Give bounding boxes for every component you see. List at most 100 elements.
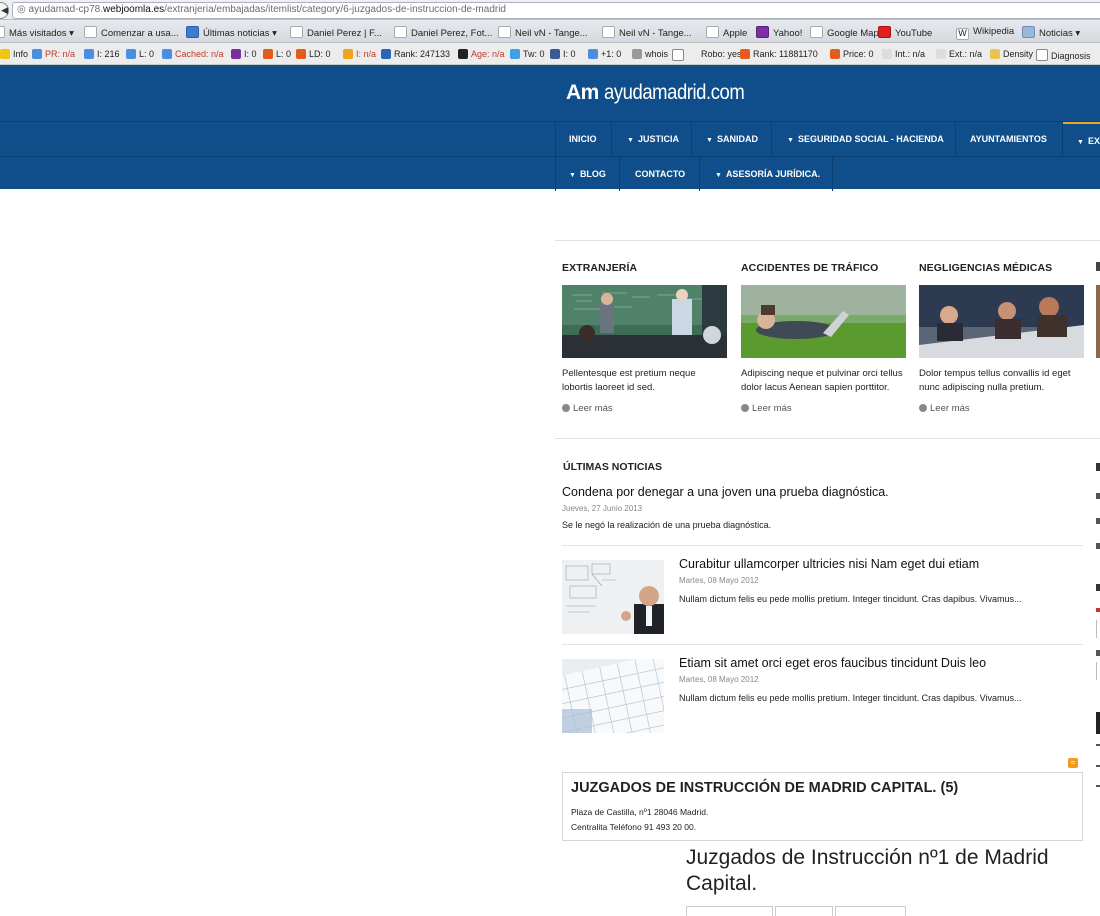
article-tab[interactable] xyxy=(835,906,906,916)
bookmark-item[interactable]: Daniel Perez, Fot... xyxy=(394,26,492,39)
site-logo[interactable]: Am ayudamadrid.com xyxy=(566,81,764,105)
source-code-icon xyxy=(672,49,684,61)
seo-density[interactable]: Density xyxy=(990,49,1033,59)
read-more-link[interactable]: Leer más xyxy=(919,403,970,414)
seo-link-domains[interactable]: LD: 0 xyxy=(296,49,331,59)
clipped-sidebar-button[interactable] xyxy=(1096,712,1100,734)
nav-item-blog[interactable]: ▼ BLOG xyxy=(569,157,606,191)
google-icon xyxy=(84,49,94,59)
nav-item-ayuntamientos[interactable]: AYUNTAMIENTOS xyxy=(970,122,1047,156)
nav-item-asesoria[interactable]: ▼ ASESORÍA JURÍDICA. xyxy=(715,157,820,191)
nav-item-contacto[interactable]: CONTACTO xyxy=(635,157,685,191)
bookmark-item[interactable]: YouTube xyxy=(878,26,932,39)
article-tab[interactable] xyxy=(686,906,773,916)
rss-feed-icon[interactable]: ≈ xyxy=(1068,758,1078,768)
nav-item-sanidad[interactable]: ▼ SANIDAD xyxy=(706,122,758,156)
read-more-link[interactable]: Leer más xyxy=(741,403,792,414)
caret-down-icon: ▼ xyxy=(627,137,634,144)
seo-index[interactable]: I: 216 xyxy=(84,49,120,59)
bookmark-item[interactable]: Noticias ▾ xyxy=(1022,26,1080,39)
divider xyxy=(562,545,1083,546)
clipped-sidebar-input[interactable] xyxy=(1096,620,1100,638)
category-title[interactable]: EXTRANJERÍA xyxy=(562,262,730,274)
seo-yahoo-index[interactable]: I: 0 xyxy=(231,49,257,59)
read-more-link[interactable]: Leer más xyxy=(562,403,613,414)
bookmark-item[interactable]: W Wikipedia xyxy=(956,26,1014,40)
globe-icon: ◎ xyxy=(17,4,29,15)
news-headline[interactable]: Curabitur ullamcorper ultricies nisi Nam… xyxy=(679,557,979,571)
seo-alexa-rank[interactable]: Rank: 247133 xyxy=(381,49,450,59)
article-tab[interactable] xyxy=(775,906,833,916)
seo-source[interactable] xyxy=(672,49,687,61)
category-title[interactable]: ACCIDENTES DE TRÁFICO xyxy=(741,262,909,274)
category-phone: Centralita Teléfono 91 493 20 00. xyxy=(571,822,697,832)
divider xyxy=(562,644,1083,645)
seo-facebook[interactable]: I: 0 xyxy=(550,49,576,59)
caret-down-icon: ▼ xyxy=(569,172,576,179)
section-title: ÚLTIMAS NOTICIAS xyxy=(563,461,662,473)
bookmark-item[interactable]: Apple xyxy=(706,26,747,39)
seo-external[interactable]: Ext.: n/a xyxy=(936,49,982,59)
category-title[interactable]: NEGLIGENCIAS MÉDICAS xyxy=(919,262,1087,274)
seo-diagnosis[interactable]: Diagnosis xyxy=(1036,49,1091,61)
url-path: /extranjeria/embajadas/itemlist/category… xyxy=(164,4,506,15)
news-headline[interactable]: Condena por denegar a una joven una prue… xyxy=(562,485,889,499)
seo-links[interactable]: L: 0 xyxy=(126,49,154,59)
caret-down-icon: ▼ xyxy=(706,137,713,144)
business-man-thumbnail[interactable] xyxy=(562,560,664,634)
nav-item-inicio[interactable]: INICIO xyxy=(569,122,597,156)
google-icon xyxy=(126,49,136,59)
students-image[interactable] xyxy=(919,285,1084,358)
clipped-sidebar-title xyxy=(1096,463,1100,471)
news-headline[interactable]: Etiam sit amet orci eget eros faucibus t… xyxy=(679,656,986,670)
caret-down-icon: ▼ xyxy=(787,137,794,144)
seo-age[interactable]: Age: n/a xyxy=(458,49,505,59)
bookmark-item[interactable]: Daniel Perez | F... xyxy=(290,26,382,39)
divider xyxy=(0,156,1100,157)
category-summary: Dolor tempus tellus convallis id eget nun… xyxy=(919,368,1071,393)
arrow-circle-icon xyxy=(562,404,570,412)
bookmark-item[interactable]: Comenzar a usa... xyxy=(84,26,179,39)
seo-toolbar: Info PR: n/a I: 216 L: 0 Cached: n/a I: … xyxy=(0,43,1100,65)
seo-rank[interactable]: Rank: 11881170 xyxy=(740,49,818,59)
bar-chart-icon xyxy=(990,49,1000,59)
category-address: Plaza de Castilla, nº1 28046 Madrid. xyxy=(571,807,709,817)
bookmark-item[interactable]: Google Maps xyxy=(810,26,884,39)
bookmark-item[interactable]: Más visitados ▾ xyxy=(0,26,74,39)
nav-item-justicia[interactable]: ▼ JUSTICIA xyxy=(627,122,679,156)
seo-plusone[interactable]: +1: 0 xyxy=(588,49,621,59)
page-icon xyxy=(498,26,511,38)
seo-cached[interactable]: Cached: n/a xyxy=(162,49,224,59)
whois-icon xyxy=(632,49,642,59)
bing-icon xyxy=(263,49,273,59)
clipped-sidebar-text xyxy=(1096,650,1100,656)
bookmark-item[interactable]: Neil vN - Tange... xyxy=(602,26,692,39)
seo-internal[interactable]: Int.: n/a xyxy=(882,49,925,59)
bookmark-item[interactable]: Yahoo! xyxy=(756,26,802,39)
clipped-sidebar-input[interactable] xyxy=(1096,662,1100,680)
grass-laptop-image[interactable] xyxy=(741,285,906,358)
category-heading: JUZGADOS DE INSTRUCCIÓN DE MADRID CAPITA… xyxy=(571,780,959,796)
bookmark-item[interactable]: Últimas noticias ▾ xyxy=(186,26,277,39)
seo-whois[interactable]: whois xyxy=(632,49,668,59)
clipped-sidebar-text xyxy=(1096,543,1100,549)
url-field[interactable]: ◎ ayudamad-cp78.webjoomla.es/extranjeria… xyxy=(12,2,1100,19)
caret-down-icon: ▼ xyxy=(1077,139,1084,146)
seo-twitter[interactable]: Tw: 0 xyxy=(510,49,545,59)
seo-robots[interactable]: Robo: yes xyxy=(701,49,742,59)
bookmark-item[interactable]: Neil vN - Tange... xyxy=(498,26,588,39)
seo-info[interactable]: Info xyxy=(0,49,28,59)
seo-links[interactable]: L: 0 xyxy=(263,49,291,59)
article-title[interactable]: Juzgados de Instrucción nº1 de Madrid Ca… xyxy=(686,845,1086,897)
arrow-circle-icon xyxy=(741,404,749,412)
seo-pagerank[interactable]: PR: n/a xyxy=(32,49,75,59)
seo-price[interactable]: Price: 0 xyxy=(830,49,874,59)
nav-item-extranjeria[interactable]: ▼EXT xyxy=(1063,122,1100,156)
back-arrow-icon[interactable]: ◀ xyxy=(0,2,9,19)
nav-item-seguridad-social[interactable]: ▼ SEGURIDAD SOCIAL - HACIENDA xyxy=(787,122,944,156)
wikipedia-icon: W xyxy=(956,28,969,40)
facebook-icon xyxy=(550,49,560,59)
classroom-image[interactable] xyxy=(562,285,727,358)
seo-index[interactable]: I: n/a xyxy=(343,49,376,59)
calendar-thumbnail[interactable] xyxy=(562,659,664,733)
